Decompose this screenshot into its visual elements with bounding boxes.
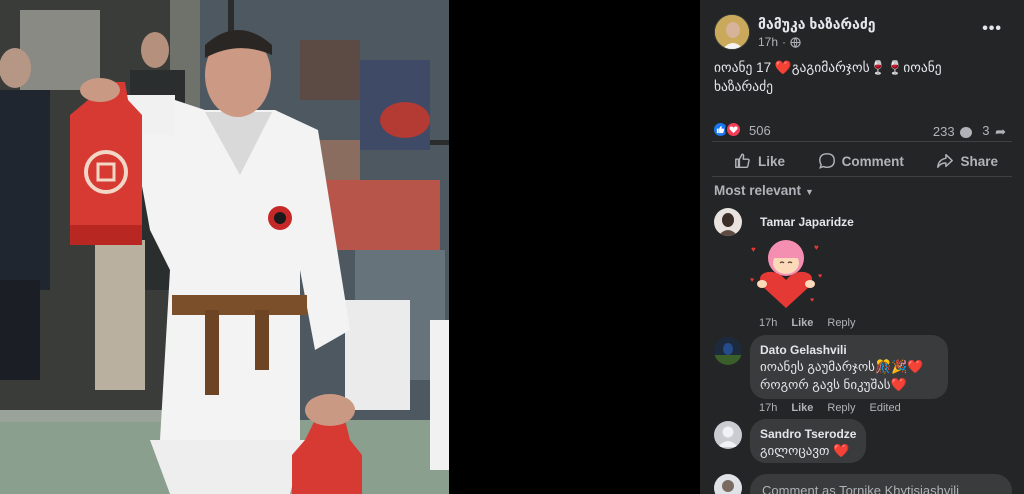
comment-text: იოანეს გაუმარჯოს🎊🎉❤️ როგორ გავს ნიკუშას❤… — [760, 358, 924, 394]
current-user-avatar[interactable] — [714, 474, 742, 494]
svg-text:♥: ♥ — [814, 243, 819, 252]
reaction-icons[interactable] — [712, 121, 742, 138]
svg-text:♥: ♥ — [810, 297, 814, 304]
caption-line-1: იოანე 17 ❤️გაგიმარჯოს🍷🍷იოანე — [714, 60, 942, 75]
post-actions: Like Comment Share — [712, 146, 1012, 176]
comment-bubble: Dato Gelashvili იოანეს გაუმარჯოს🎊🎉❤️ როგ… — [750, 335, 948, 399]
post-time[interactable]: 17h — [758, 35, 778, 49]
post-meta: 17h · — [758, 35, 801, 49]
comment-time[interactable]: 17h — [759, 402, 777, 414]
commenter-avatar[interactable] — [714, 337, 742, 365]
caption-line-2: ხაზარაძე — [714, 79, 774, 94]
share-count[interactable]: 3 ➦ — [982, 123, 1006, 140]
like-label: Like — [758, 153, 786, 169]
photo-viewer — [0, 0, 700, 494]
post-detail-panel: მამუკა ხაზარაძე 17h · ••• იოანე 17 ❤️გაგ… — [700, 0, 1024, 494]
thumbs-up-icon — [735, 153, 750, 169]
comment-reply-link[interactable]: Reply — [827, 317, 855, 329]
post-photo[interactable] — [0, 0, 449, 494]
comment-button[interactable]: Comment — [818, 146, 904, 176]
share-label: Share — [960, 153, 998, 169]
share-icon — [937, 153, 954, 169]
comment-text-line-1: იოანეს გაუმარჯოს🎊🎉❤️ — [760, 359, 924, 374]
comment-text: გილოცავთ ❤️ — [760, 443, 850, 458]
like-button[interactable]: Like — [734, 146, 785, 176]
edited-label: Edited — [869, 402, 901, 414]
share-button[interactable]: Share — [936, 146, 998, 176]
divider — [712, 141, 1012, 142]
author-avatar[interactable] — [714, 14, 750, 50]
author-name[interactable]: მამუკა ხაზარაძე — [758, 16, 876, 33]
divider — [712, 176, 1012, 177]
commenter-name[interactable]: Dato Gelashvili — [760, 343, 847, 357]
comment-meta: 17h Like Reply Edited — [759, 402, 901, 414]
comment-like-link[interactable]: Like — [791, 317, 813, 329]
comment-count[interactable]: 233 — [933, 124, 973, 139]
globe-icon — [790, 36, 801, 48]
love-reaction-icon — [725, 121, 742, 138]
comment-time[interactable]: 17h — [759, 317, 777, 329]
dot-separator: · — [782, 35, 787, 49]
svg-text:♥: ♥ — [751, 245, 756, 254]
commenter-name[interactable]: Sandro Tserodze — [760, 427, 856, 441]
engagement-counts: 233 3 ➦ — [933, 123, 1006, 140]
chevron-down-icon: ▼ — [805, 187, 814, 197]
commenter-avatar[interactable] — [714, 208, 742, 236]
comment-icon — [818, 153, 835, 169]
reaction-count[interactable]: 506 — [749, 123, 771, 138]
author-avatar-image — [715, 15, 749, 49]
sort-label: Most relevant — [714, 183, 802, 198]
comment-label: Comment — [841, 153, 904, 169]
comment-like-link[interactable]: Like — [791, 402, 813, 414]
comment-bubble: Sandro Tserodze გილოცავთ ❤️ — [750, 419, 866, 463]
comment-input[interactable]: Comment as Tornike Khytisiashvili — [750, 474, 1012, 494]
post-header: მამუკა ხაზარაძე 17h · ••• — [714, 14, 1012, 54]
post-caption: იოანე 17 ❤️გაგიმარჯოს🍷🍷იოანე ხაზარაძე — [714, 58, 1004, 96]
svg-text:♥: ♥ — [818, 273, 822, 280]
heart-hug-sticker: ♥ ♥ ♥ ♥ ♥ — [748, 238, 826, 310]
comment-sort-dropdown[interactable]: Most relevant ▼ — [714, 183, 814, 198]
commenter-name[interactable]: Tamar Japaridze — [760, 215, 854, 229]
comment-meta: 17h Like Reply — [759, 317, 856, 329]
comment-bubble-icon — [960, 126, 973, 138]
reactions-bar: 506 233 3 ➦ — [712, 121, 1012, 139]
commenter-avatar[interactable] — [714, 421, 742, 449]
karate-photo-illustration — [0, 0, 449, 494]
comment-reply-link[interactable]: Reply — [827, 402, 855, 414]
svg-text:♥: ♥ — [750, 277, 754, 284]
comment-composer: Comment as Tornike Khytisiashvili — [714, 474, 1012, 494]
more-horizontal-icon[interactable]: ••• — [982, 20, 1002, 38]
share-arrow-icon: ➦ — [995, 123, 1006, 139]
comment-text-line-2: როგორ გავს ნიკუშას❤️ — [760, 377, 907, 392]
